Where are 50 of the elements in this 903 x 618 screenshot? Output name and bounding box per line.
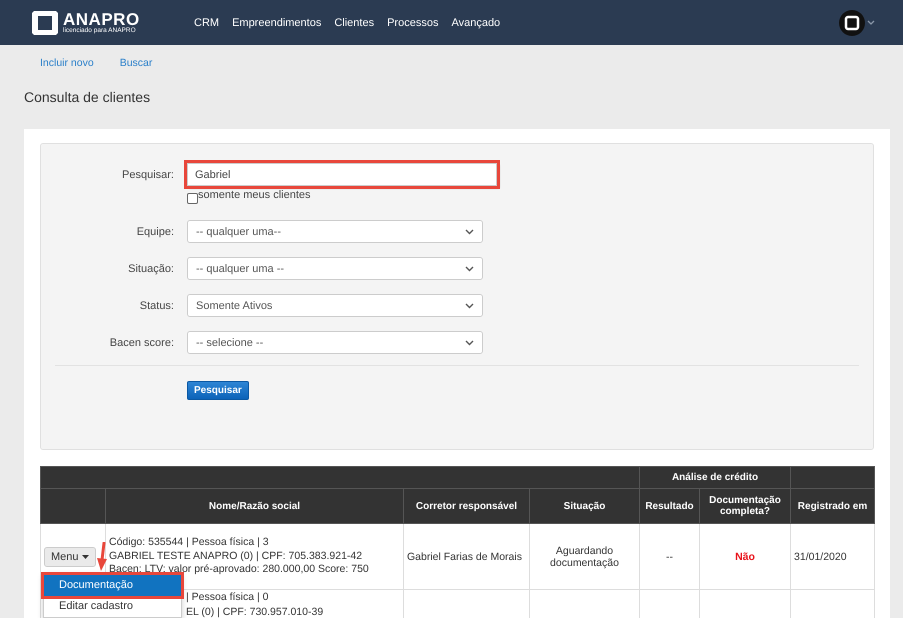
checkbox[interactable]: [187, 193, 198, 204]
table-cell: Gabriel Farias de Morais: [407, 550, 522, 562]
field-label: Equipe:: [136, 226, 175, 238]
column-header: Situação: [530, 488, 640, 524]
client-info-line: GABRIEL TESTE ANAPRO (0) | CPF: 705.383.921-42: [109, 550, 364, 564]
page-title: Consulta de clientes: [23, 88, 152, 107]
chevron-down-icon: [465, 340, 474, 346]
nav-link[interactable]: Avançado: [451, 16, 500, 28]
avatar-icon[interactable]: [839, 10, 865, 36]
menu-button[interactable]: Menu: [44, 546, 96, 566]
menu-item[interactable]: Documentação: [44, 575, 181, 596]
pointer-arrow: [96, 542, 108, 572]
brand-name: ANAPRO: [63, 10, 140, 28]
table-cell: Não: [735, 550, 755, 562]
column-header: Documentação completa?: [700, 488, 791, 524]
column-header: Nome/Razão social: [106, 488, 404, 524]
chevron-down-icon: [465, 266, 474, 272]
column-header: Resultado: [640, 488, 700, 524]
field-label: Situação:: [127, 262, 175, 274]
field-label: Bacen score:: [108, 336, 175, 348]
chevron-down-icon: [465, 302, 474, 308]
nav-link[interactable]: Clientes: [334, 16, 374, 28]
menu-item[interactable]: Editar cadastro: [44, 596, 181, 617]
subnav-link[interactable]: Incluir novo: [40, 56, 94, 68]
table-cell: Aguardando documentação: [550, 544, 619, 568]
select-field[interactable]: -- qualquer uma--: [187, 220, 483, 243]
client-info-line: | Pessoa física | 0: [186, 590, 270, 605]
nav-link[interactable]: CRM: [194, 16, 220, 28]
client-info-line: EL (0) | CPF: 730.957.010-39: [186, 605, 324, 618]
field-label: Pesquisar:: [121, 168, 175, 180]
chevron-down-icon: [465, 228, 474, 234]
field-label: Status:: [138, 300, 175, 312]
subnav-link[interactable]: Buscar: [120, 56, 152, 68]
nav-link[interactable]: Processos: [387, 16, 438, 28]
table-cell: --: [666, 550, 673, 562]
checkbox-label: somente meus clientes: [198, 189, 310, 201]
select-field[interactable]: Somente Ativos: [187, 294, 483, 317]
select-field[interactable]: -- qualquer uma --: [187, 257, 483, 280]
select-field[interactable]: -- selecione --: [187, 331, 483, 354]
client-info-line: Código: 535544 | Pessoa física | 3: [109, 536, 270, 550]
column-header: Corretor responsável: [404, 488, 530, 524]
logo-icon: [30, 8, 60, 36]
table-cell: 31/01/2020: [794, 550, 847, 562]
caret-icon: [82, 554, 89, 558]
nav-link[interactable]: Empreendimentos: [232, 16, 322, 28]
search-button[interactable]: Pesquisar: [187, 381, 249, 400]
column-group-header: Análise de crédito: [640, 466, 791, 488]
search-field[interactable]: Gabriel: [187, 163, 497, 186]
caret-icon[interactable]: [867, 20, 875, 26]
column-header: Registrado em: [790, 488, 875, 524]
